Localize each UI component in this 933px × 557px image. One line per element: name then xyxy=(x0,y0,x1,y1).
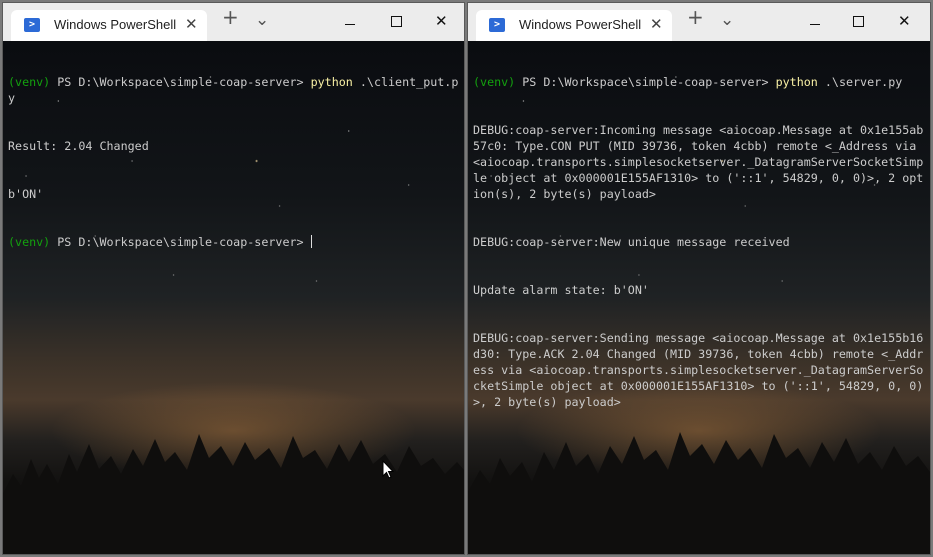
terminal-line: (venv) PS D:\Workspace\simple-coap-serve… xyxy=(8,234,460,250)
close-icon[interactable]: ✕ xyxy=(898,14,911,29)
tab-title: Windows PowerShell xyxy=(54,17,177,32)
terminal-output-server[interactable]: (venv) PS D:\Workspace\simple-coap-serve… xyxy=(473,42,926,442)
new-tab-icon[interactable]: + xyxy=(222,7,239,27)
prompt-text: PS D:\Workspace\simple-coap-server> xyxy=(50,75,311,89)
title-bar[interactable]: > Windows PowerShell ✕ + ⌄ ✕ xyxy=(468,3,930,41)
prompt-text: PS D:\Workspace\simple-coap-server> xyxy=(515,75,776,89)
command-args: .\server.py xyxy=(817,75,903,89)
command-text: python xyxy=(310,75,353,89)
minimize-icon[interactable] xyxy=(345,14,355,29)
terminal-line: Result: 2.04 Changed xyxy=(8,139,149,153)
terminal-line: (venv) PS D:\Workspace\simple-coap-serve… xyxy=(473,74,926,90)
powershell-icon: > xyxy=(24,18,40,32)
terminal-line: (venv) PS D:\Workspace\simple-coap-serve… xyxy=(8,74,460,106)
maximize-icon[interactable] xyxy=(853,14,864,29)
tab-windows-powershell[interactable]: > Windows PowerShell ✕ xyxy=(476,10,672,41)
new-tab-icon[interactable]: + xyxy=(687,7,704,27)
terminal-window-client: > Windows PowerShell ✕ + ⌄ ✕ (venv) PS D… xyxy=(2,2,465,555)
terminal-output-client[interactable]: (venv) PS D:\Workspace\simple-coap-serve… xyxy=(8,42,460,282)
minimize-icon[interactable] xyxy=(810,14,820,29)
terminal-line: DEBUG:coap-server:Incoming message <aioc… xyxy=(473,123,924,201)
chevron-down-icon[interactable]: ⌄ xyxy=(255,12,269,29)
venv-label: (venv) xyxy=(8,235,51,249)
chevron-down-icon[interactable]: ⌄ xyxy=(720,12,734,29)
venv-label: (venv) xyxy=(8,75,51,89)
wallpaper-treeline xyxy=(3,434,464,554)
prompt-text: PS D:\Workspace\simple-coap-server> xyxy=(50,235,311,249)
powershell-icon: > xyxy=(489,18,505,32)
command-text: python xyxy=(775,75,818,89)
terminal-window-server: > Windows PowerShell ✕ + ⌄ ✕ (venv) PS D… xyxy=(467,2,931,555)
tab-title: Windows PowerShell xyxy=(519,17,642,32)
tab-close-icon[interactable]: ✕ xyxy=(185,15,198,33)
text-cursor xyxy=(310,235,312,248)
close-icon[interactable]: ✕ xyxy=(435,14,448,29)
terminal-line: DEBUG:coap-server:New unique message rec… xyxy=(473,235,790,249)
terminal-line: Update alarm state: b'ON' xyxy=(473,283,649,297)
title-bar[interactable]: > Windows PowerShell ✕ + ⌄ ✕ xyxy=(3,3,464,41)
maximize-icon[interactable] xyxy=(391,14,402,29)
tab-close-icon[interactable]: ✕ xyxy=(650,15,663,33)
terminal-line: DEBUG:coap-server:Sending message <aioco… xyxy=(473,331,924,409)
mouse-pointer-icon xyxy=(382,460,394,479)
terminal-line: b'ON' xyxy=(8,187,44,201)
tab-windows-powershell[interactable]: > Windows PowerShell ✕ xyxy=(11,10,207,41)
venv-label: (venv) xyxy=(473,75,516,89)
